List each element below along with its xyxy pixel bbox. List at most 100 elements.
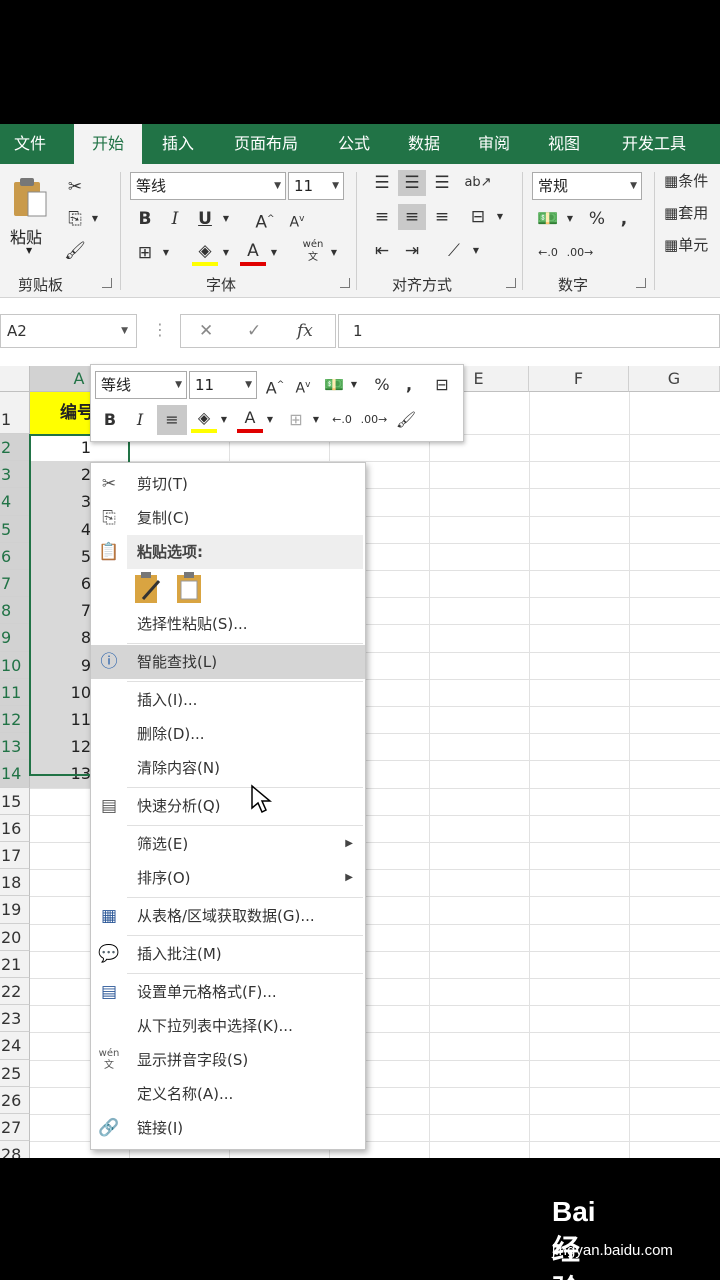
shrink-font-icon[interactable]: Av <box>284 206 310 232</box>
decrease-decimal-icon[interactable]: .00→ <box>566 240 594 266</box>
tab-review[interactable]: 审阅 <box>464 124 524 164</box>
row-header-22[interactable]: 22 <box>0 978 30 1006</box>
percent-button[interactable]: % <box>584 206 610 232</box>
mini-merge-icon[interactable]: ⊟ <box>429 372 455 398</box>
cancel-icon[interactable]: ✕ <box>199 321 213 341</box>
menu-item-smart-lookup[interactable]: ⓘ 智能查找(L) <box>91 645 365 679</box>
conditional-format-button[interactable]: ▦条件 <box>664 168 720 194</box>
menu-item-clear-contents[interactable]: 清除内容(N) <box>91 751 365 785</box>
font-color-icon[interactable]: A <box>240 240 266 266</box>
tab-data[interactable]: 数据 <box>394 124 454 164</box>
italic-button[interactable]: I <box>162 206 188 232</box>
mini-fill-color-icon[interactable]: ◈ <box>191 407 217 433</box>
mini-grow-font-icon[interactable]: A^ <box>263 372 287 398</box>
menu-item-show-phonetic[interactable]: wén 文 显示拼音字段(S) <box>91 1043 365 1077</box>
row-header-23[interactable]: 23 <box>0 1005 30 1033</box>
row-header-3[interactable]: 3 <box>0 461 30 489</box>
align-bottom-icon[interactable]: ☰ <box>428 170 456 196</box>
row-header-14[interactable]: 14 <box>0 760 30 788</box>
cut-icon[interactable]: ✂ <box>62 174 88 200</box>
phonetic-dropdown-icon[interactable]: ▼ <box>328 240 340 266</box>
mini-italic-button[interactable]: I <box>127 407 153 433</box>
mini-increase-decimal-icon[interactable]: ←.0 <box>327 407 357 433</box>
tab-file[interactable]: 文件 <box>0 124 60 164</box>
menu-item-quick-analysis[interactable]: ▤ 快速分析(Q) <box>91 789 365 823</box>
currency-icon[interactable]: 💵 <box>534 206 562 232</box>
merge-dropdown-icon[interactable]: ▼ <box>494 204 506 230</box>
mini-format-painter-icon[interactable]: 🖌 <box>393 407 419 433</box>
grow-font-icon[interactable]: A^ <box>252 206 278 233</box>
mini-font-size-combo[interactable]: 11 ▼ <box>189 371 257 399</box>
decrease-indent-icon[interactable]: ⇤ <box>368 238 396 264</box>
menu-item-get-data[interactable]: ▦ 从表格/区域获取数据(G)... <box>91 899 365 933</box>
row-header-7[interactable]: 7 <box>0 570 30 598</box>
phonetic-guide-icon[interactable]: wén 文 <box>300 238 326 264</box>
increase-decimal-icon[interactable]: ←.0 <box>534 240 562 266</box>
menu-item-sort[interactable]: 排序(O) ▶ <box>91 861 365 895</box>
row-header-20[interactable]: 20 <box>0 923 30 951</box>
row-header-21[interactable]: 21 <box>0 950 30 978</box>
merge-center-icon[interactable]: ⊟ <box>464 204 492 230</box>
insert-function-button[interactable]: fx <box>297 321 313 341</box>
mini-comma-button[interactable]: , <box>399 372 419 398</box>
row-header-4[interactable]: 4 <box>0 488 30 516</box>
font-launcher-icon[interactable] <box>340 278 350 288</box>
name-box[interactable]: A2 ▼ <box>0 314 137 348</box>
row-header-27[interactable]: 27 <box>0 1114 30 1142</box>
copy-icon[interactable]: ⎘ <box>62 206 88 232</box>
underline-button[interactable]: U <box>192 206 218 232</box>
number-format-combo[interactable]: 常规 ▼ <box>532 172 642 200</box>
mini-fill-dropdown-icon[interactable]: ▼ <box>219 407 229 433</box>
bold-button[interactable]: B <box>132 206 158 232</box>
copy-dropdown-icon[interactable]: ▼ <box>88 206 102 232</box>
alignment-launcher-icon[interactable] <box>506 278 516 288</box>
align-middle-icon[interactable]: ☰ <box>398 170 426 196</box>
row-header-12[interactable]: 12 <box>0 706 30 734</box>
menu-item-link[interactable]: 🔗 链接(I) <box>91 1111 365 1145</box>
mini-font-color-icon[interactable]: A <box>237 407 263 433</box>
col-header-f[interactable]: F <box>529 366 629 392</box>
align-right-icon[interactable]: ≡ <box>428 204 456 230</box>
mini-currency-icon[interactable]: 💵 <box>321 372 347 398</box>
row-header-8[interactable]: 8 <box>0 597 30 625</box>
number-launcher-icon[interactable] <box>636 278 646 288</box>
mini-shrink-font-icon[interactable]: Av <box>291 372 315 398</box>
mini-currency-dropdown-icon[interactable]: ▼ <box>349 372 359 398</box>
cell-styles-button[interactable]: ▦单元 <box>664 232 720 258</box>
orientation-dropdown-icon[interactable]: ▼ <box>470 238 482 264</box>
row-header-18[interactable]: 18 <box>0 869 30 897</box>
row-header-28[interactable]: 28 <box>0 1141 30 1158</box>
mini-decrease-decimal-icon[interactable]: .00→ <box>359 407 389 433</box>
menu-item-paste-special[interactable]: 选择性粘贴(S)... <box>91 607 365 641</box>
paste-default-icon[interactable] <box>133 571 163 605</box>
menu-item-cut[interactable]: ✂ 剪切(T) <box>91 467 365 501</box>
underline-dropdown-icon[interactable]: ▼ <box>220 206 232 232</box>
mini-border-dropdown-icon[interactable]: ▼ <box>311 407 321 433</box>
tab-view[interactable]: 视图 <box>534 124 594 164</box>
menu-item-pick-from-list[interactable]: 从下拉列表中选择(K)... <box>91 1009 365 1043</box>
border-dropdown-icon[interactable]: ▼ <box>160 240 172 266</box>
menu-item-delete[interactable]: 删除(D)... <box>91 717 365 751</box>
align-center-icon[interactable]: ≡ <box>398 204 426 230</box>
comma-button[interactable]: , <box>614 206 634 232</box>
formula-input[interactable]: 1 <box>338 314 720 348</box>
tab-developer[interactable]: 开发工具 <box>610 124 698 164</box>
row-header-2[interactable]: 2 <box>0 434 30 462</box>
align-left-icon[interactable]: ≡ <box>368 204 396 230</box>
row-header-6[interactable]: 6 <box>0 542 30 570</box>
menu-item-copy[interactable]: ⎘ 复制(C) <box>91 501 365 535</box>
clipboard-launcher-icon[interactable] <box>102 278 112 288</box>
tab-page-layout[interactable]: 页面布局 <box>222 124 310 164</box>
font-size-combo[interactable]: 11 ▼ <box>288 172 344 200</box>
text-direction-icon[interactable]: ab↗ <box>464 170 492 196</box>
fill-color-dropdown-icon[interactable]: ▼ <box>220 240 232 266</box>
row-header-26[interactable]: 26 <box>0 1086 30 1114</box>
row-header-13[interactable]: 13 <box>0 733 30 761</box>
tab-formulas[interactable]: 公式 <box>324 124 384 164</box>
menu-item-insert[interactable]: 插入(I)... <box>91 683 365 717</box>
format-painter-icon[interactable]: 🖌 <box>62 238 88 264</box>
paste-button[interactable]: 粘贴 ▼ <box>8 176 56 260</box>
mini-center-align-icon[interactable]: ≡ <box>157 405 187 435</box>
border-icon[interactable]: ⊞ <box>132 240 158 266</box>
row-header-25[interactable]: 25 <box>0 1059 30 1087</box>
